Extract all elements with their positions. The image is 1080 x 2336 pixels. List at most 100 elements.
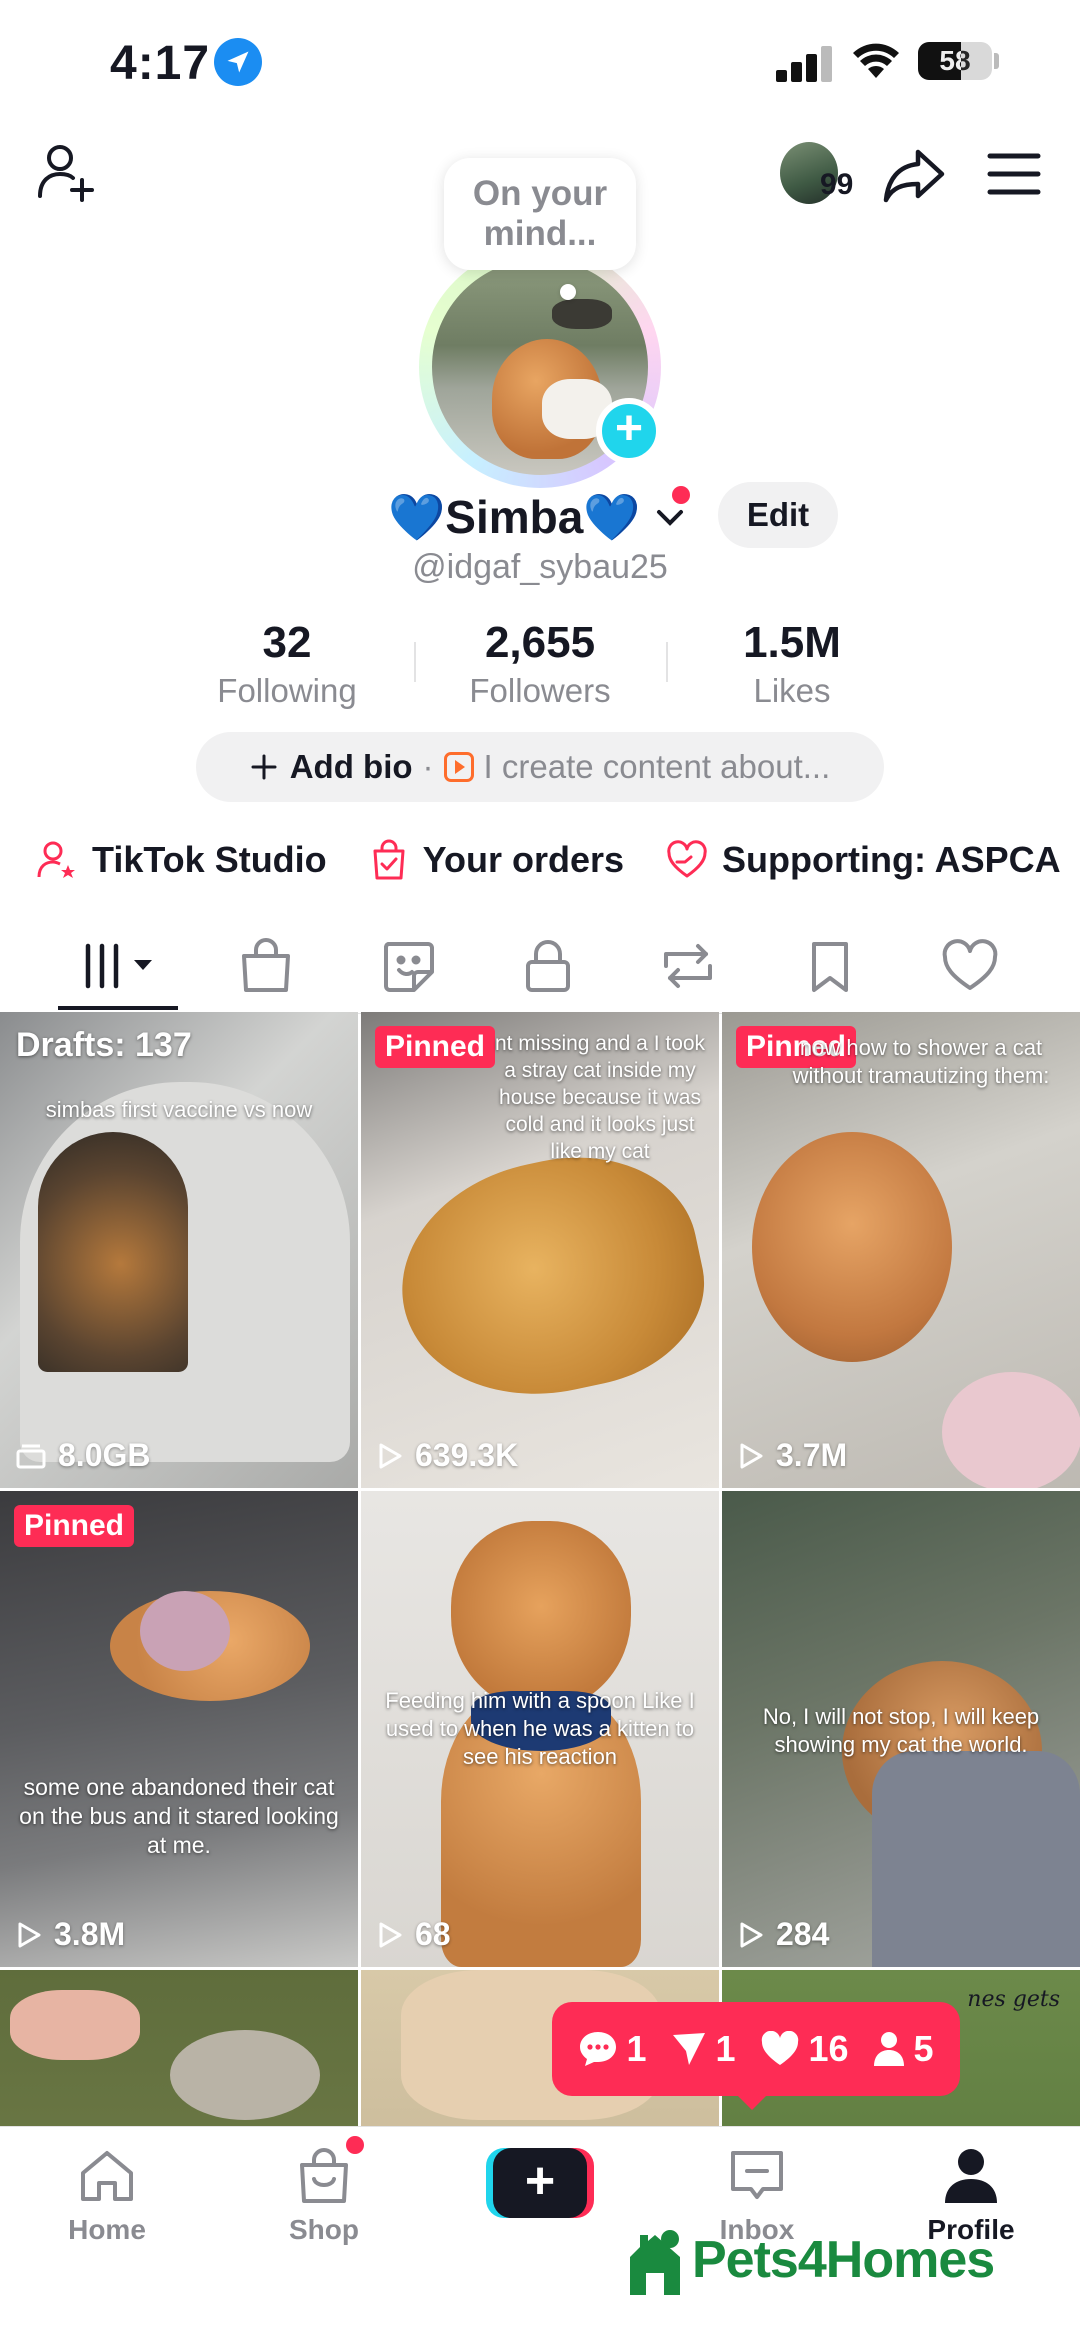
add-bio-label: Add bio — [289, 748, 413, 785]
activity-notification-pill[interactable]: 1 1 16 5 — [552, 2002, 960, 2096]
edit-profile-button[interactable]: Edit — [718, 482, 838, 548]
bubble-text-line-1: On your — [472, 174, 608, 213]
content-video-icon — [443, 752, 474, 782]
active-tab-indicator — [58, 1006, 178, 1010]
following-label: Following — [217, 672, 357, 709]
bookmark-icon[interactable] — [800, 936, 860, 996]
chevron-down-icon[interactable] — [653, 500, 687, 534]
nav-home-label: Home — [68, 2214, 146, 2245]
followers-label: Followers — [469, 672, 611, 709]
bio-separator: · — [422, 748, 434, 785]
bag-check-icon — [373, 839, 405, 880]
videos-grid-icon[interactable] — [82, 936, 162, 996]
heart-hands-icon — [667, 840, 707, 878]
create-icon[interactable]: + — [486, 2148, 594, 2218]
drafts-size: 8.0GB — [58, 1437, 151, 1473]
likes-label: Likes — [753, 672, 831, 709]
view-count: 3.7M — [776, 1437, 848, 1473]
tile-caption: some one abandoned their cat on the bus … — [19, 1774, 339, 1858]
comments-value: 1 — [626, 2028, 647, 2069]
tile-caption: nt missing and a I took a stray cat insi… — [494, 1032, 706, 1163]
tiktok-studio-link[interactable]: TikTok Studio — [36, 839, 327, 881]
video-tile[interactable]: Pinned some one abandoned their cat on t… — [0, 1491, 358, 1967]
inbox-icon — [731, 2151, 783, 2199]
person-star-icon — [37, 841, 75, 878]
video-tile[interactable]: Pinned now how to shower a cat without t… — [722, 1012, 1080, 1488]
shop-bag-icon[interactable] — [236, 936, 296, 996]
stat-following[interactable]: 32 Following — [187, 618, 387, 710]
profile-quick-links: TikTok Studio Your orders Supporting: AS… — [36, 830, 1080, 890]
video-tile[interactable]: Feeding him with a spoon Like I used to … — [361, 1491, 719, 1967]
profile-tabs — [0, 918, 1080, 1014]
battery-percent: 58 — [939, 45, 971, 76]
comments-count: 1 — [578, 2028, 647, 2070]
video-grid: Drafts: 137 simbas first vaccine vs now … — [0, 1012, 1080, 2126]
name-row[interactable]: 💙Simba💙 — [388, 482, 687, 552]
friends-count: 99 — [820, 168, 854, 201]
supporting-aspca-label: Supporting: ASPCA — [722, 839, 1061, 880]
mentions-value: 1 — [715, 2028, 736, 2069]
stat-likes[interactable]: 1.5M Likes — [692, 618, 892, 710]
comment-icon — [580, 2032, 617, 2066]
name-notification-dot — [672, 486, 690, 504]
shop-icon — [300, 2148, 348, 2203]
tile-caption: No, I will not stop, I will keep showing… — [762, 1704, 1040, 1757]
heart-filled-icon — [762, 2031, 799, 2065]
home-icon — [81, 2151, 133, 2201]
play-icon — [740, 1443, 763, 1468]
wifi-icon — [853, 43, 899, 78]
video-tile[interactable]: Pinned nt missing and a I took a stray c… — [361, 1012, 719, 1488]
tile-caption: simbas first vaccine vs now — [45, 1097, 313, 1122]
stat-followers[interactable]: 2,655 Followers — [440, 618, 640, 710]
tile-stat: 3.8M — [16, 1916, 125, 1953]
nav-home[interactable]: Home — [17, 2147, 197, 2246]
tile-stat: 284 — [738, 1916, 829, 1953]
bio-hint: I create content about... — [483, 748, 831, 785]
location-arrow-icon — [214, 38, 262, 86]
stat-divider — [666, 642, 668, 682]
cellular-signal-icon — [776, 44, 836, 82]
plus-icon — [251, 754, 277, 780]
add-story-icon[interactable]: + — [596, 398, 662, 464]
add-bio-button[interactable]: Add bio · I create content about... — [196, 732, 884, 802]
tile-caption: now how to shower a cat without tramauti… — [792, 1035, 1050, 1088]
add-friend-icon[interactable] — [34, 140, 98, 204]
bubble-text-line-2: mind... — [483, 214, 597, 253]
view-count: 68 — [415, 1916, 451, 1952]
followers-value: 5 — [913, 2028, 934, 2069]
profile-icon — [945, 2149, 997, 2203]
notification-pill-tail — [736, 2094, 768, 2110]
heart-icon[interactable] — [940, 936, 1000, 996]
tile-caption: Feeding him with a spoon Like I used to … — [385, 1688, 695, 1769]
stat-divider — [414, 642, 416, 682]
battery-cap — [994, 53, 999, 69]
view-count: 3.8M — [54, 1916, 126, 1952]
view-count: 639.3K — [415, 1437, 519, 1473]
status-time: 4:17 — [110, 37, 211, 90]
nav-shop-label: Shop — [289, 2214, 359, 2245]
tile-stat: 3.7M — [738, 1437, 847, 1474]
drafts-tile[interactable]: Drafts: 137 simbas first vaccine vs now … — [0, 1012, 358, 1488]
likes-value: 16 — [808, 2028, 849, 2069]
play-icon — [18, 1922, 41, 1947]
pinned-badge: Pinned — [14, 1505, 135, 1547]
tile-stat: 639.3K — [377, 1437, 518, 1474]
video-tile[interactable]: No, I will not stop, I will keep showing… — [722, 1491, 1080, 1967]
repost-icon[interactable] — [658, 936, 718, 996]
shop-notification-dot — [346, 2136, 364, 2154]
lock-icon[interactable] — [518, 936, 578, 996]
sticker-icon[interactable] — [378, 936, 438, 996]
battery-icon: 58 — [918, 42, 992, 80]
your-orders-link[interactable]: Your orders — [369, 839, 624, 881]
pets4homes-watermark: Pets4Homes — [626, 2220, 995, 2300]
share-icon[interactable] — [882, 142, 948, 208]
username: @idgaf_sybau25 — [412, 548, 668, 586]
following-count: 32 — [262, 618, 312, 667]
supporting-aspca-link[interactable]: Supporting: ASPCA — [666, 839, 1061, 881]
followers-notification-count: 5 — [873, 2028, 933, 2070]
status-bar: 4:17 58 — [0, 0, 1080, 128]
video-tile[interactable] — [0, 1970, 358, 2126]
on-your-mind-bubble[interactable]: On your mind... — [444, 158, 636, 270]
menu-icon[interactable] — [986, 148, 1042, 200]
nav-shop[interactable]: Shop — [234, 2147, 414, 2246]
